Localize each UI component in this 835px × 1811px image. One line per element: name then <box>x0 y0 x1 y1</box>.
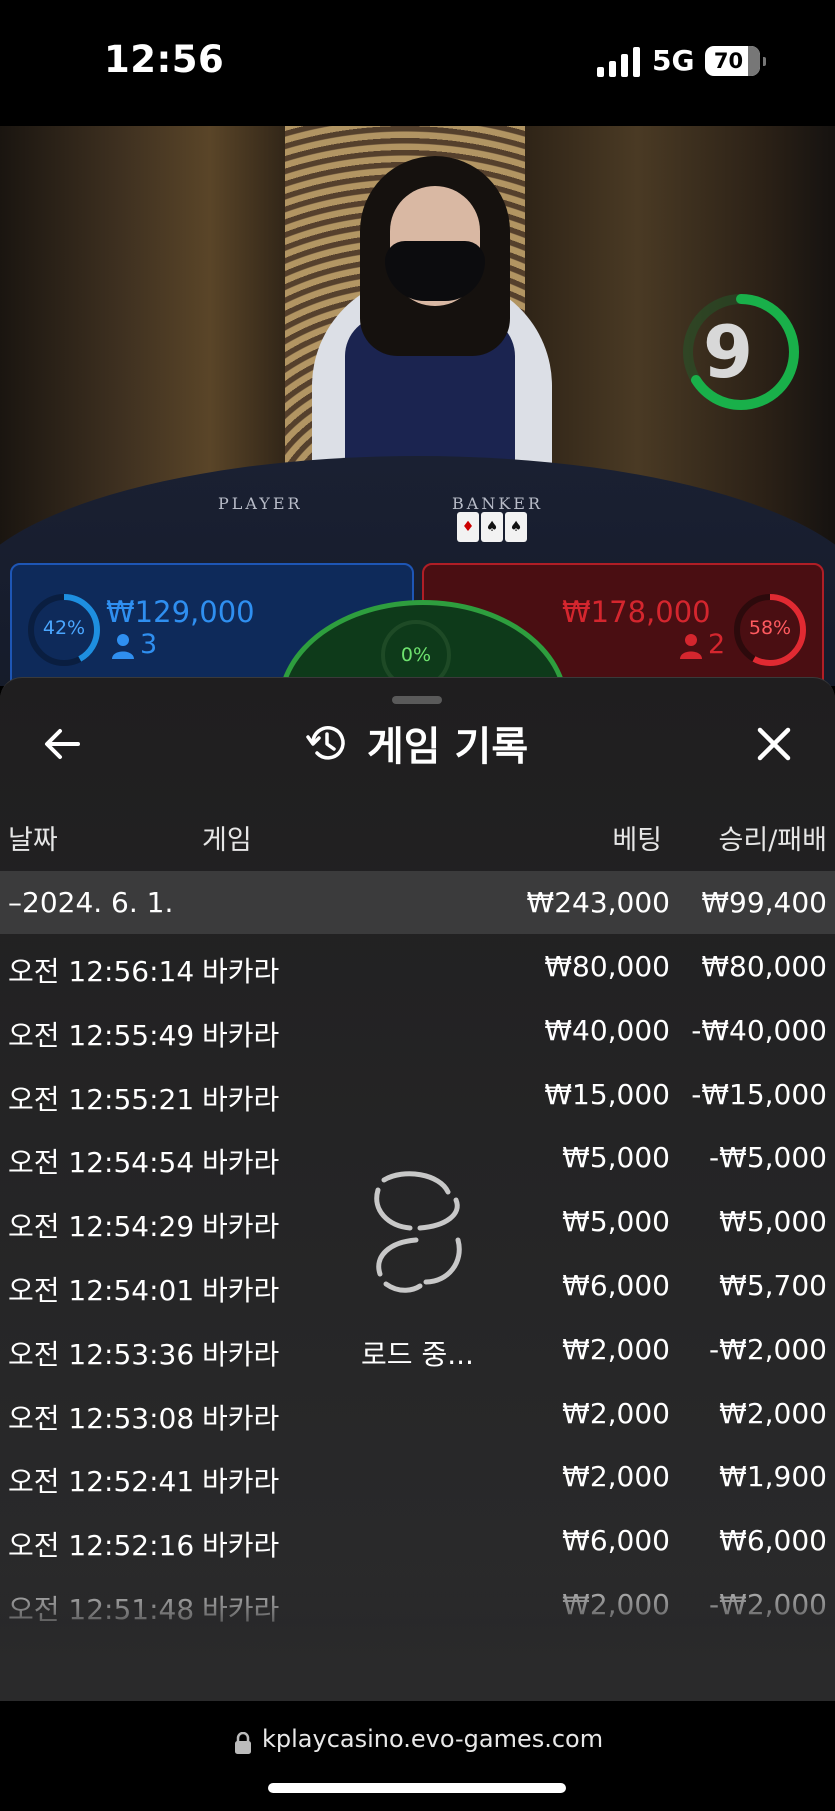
network-type: 5G <box>652 44 695 77</box>
sheet-header: 게임 기록 <box>305 718 528 770</box>
status-bar: 12:56 5G 70 <box>0 0 835 126</box>
page-title: 게임 기록 <box>367 724 529 770</box>
row-time: 오전 12:54:01 <box>8 1274 195 1307</box>
row-result: ₩5,700 <box>719 1269 827 1302</box>
row-time: 오전 12:55:21 <box>8 1082 195 1116</box>
banker-percent: 58% <box>748 617 792 639</box>
loading-label: 로드 중... <box>361 1338 474 1371</box>
user-icon <box>112 634 134 659</box>
summary-result: ₩99,400 <box>701 886 827 919</box>
player-percent: 42% <box>42 617 86 639</box>
row-bet: ₩5,000 <box>562 1141 670 1175</box>
battery-icon: 70 <box>705 46 766 76</box>
column-header-date: 날짜 <box>8 825 58 856</box>
row-time: 오전 12:53:36 <box>8 1337 195 1371</box>
column-header-game: 게임 <box>202 825 252 856</box>
row-game: 바카라 <box>202 1018 280 1052</box>
player-count: 3 <box>140 629 158 660</box>
row-bet: ₩40,000 <box>544 1013 670 1047</box>
home-indicator[interactable] <box>268 1783 566 1793</box>
playing-card: ♦ <box>457 512 479 542</box>
browser-url[interactable]: kplaycasino.evo-games.com <box>262 1725 603 1753</box>
row-bet: ₩6,000 <box>562 1269 670 1302</box>
table-row[interactable]: 오전 12:56:14 바카라 ₩80,000 ₩80,000 <box>0 934 835 998</box>
browser-address-bar[interactable] <box>0 1701 835 1811</box>
row-bet: ₩5,000 <box>562 1205 670 1239</box>
cellular-signal-icon <box>597 47 640 77</box>
row-game: 바카라 <box>202 1210 280 1244</box>
row-bet: ₩2,000 <box>562 1460 670 1494</box>
table-row[interactable]: 오전 12:55:49 바카라 ₩40,000 -₩40,000 <box>0 998 835 1062</box>
row-time: 오전 12:55:49 <box>8 1018 195 1052</box>
row-bet: ₩2,000 <box>562 1332 670 1366</box>
row-game: 바카라 <box>202 1337 280 1371</box>
row-time: 오전 12:54:54 <box>8 1146 195 1180</box>
column-header-bet: 베팅 <box>612 825 662 856</box>
table-row[interactable]: 오전 12:51:48 바카라 ₩2,000 -₩2,000 <box>0 1572 835 1636</box>
row-result: -₩2,000 <box>709 1332 827 1366</box>
table-row[interactable]: 오전 12:52:41 바카라 ₩2,000 ₩1,900 <box>0 1444 835 1508</box>
row-game: 바카라 <box>202 955 280 988</box>
row-bet: ₩2,000 <box>562 1396 670 1430</box>
sheet-grabber[interactable] <box>392 696 442 704</box>
row-result: ₩1,900 <box>719 1460 827 1494</box>
date-summary-row[interactable]: –2024. 6. 1. ₩243,000 ₩99,400 <box>0 871 835 934</box>
playing-card: ♠ <box>505 512 527 542</box>
row-bet: ₩15,000 <box>544 1077 670 1111</box>
row-result: ₩2,000 <box>719 1396 827 1430</box>
row-time: 오전 12:52:41 <box>8 1465 195 1499</box>
table-row[interactable]: 오전 12:53:08 바카라 ₩2,000 ₩2,000 <box>0 1381 835 1445</box>
row-time: 오전 12:51:48 <box>8 1593 195 1626</box>
history-icon <box>306 726 345 760</box>
countdown-timer: 9 <box>702 310 754 394</box>
banker-amount: ₩178,000 <box>562 595 711 629</box>
column-header-result: 승리/패배 <box>718 825 827 856</box>
table-row[interactable]: 오전 12:55:21 바카라 ₩15,000 -₩15,000 <box>0 1062 835 1126</box>
row-result: -₩5,000 <box>709 1141 827 1175</box>
close-icon[interactable] <box>752 722 796 766</box>
row-game: 바카라 <box>202 1465 280 1499</box>
banker-count: 2 <box>708 629 726 660</box>
row-bet: ₩80,000 <box>544 950 670 983</box>
row-result: ₩6,000 <box>719 1524 827 1558</box>
row-game: 바카라 <box>202 1401 280 1435</box>
row-result: ₩5,000 <box>719 1205 827 1239</box>
row-time: 오전 12:53:08 <box>8 1401 195 1435</box>
row-game: 바카라 <box>202 1082 280 1116</box>
row-result: -₩40,000 <box>691 1013 827 1047</box>
row-game: 바카라 <box>202 1529 280 1563</box>
table-row[interactable]: 오전 12:52:16 바카라 ₩6,000 ₩6,000 <box>0 1508 835 1572</box>
user-icon <box>680 634 702 659</box>
row-bet: ₩2,000 <box>562 1588 670 1621</box>
loading-spinner-icon <box>374 1171 462 1293</box>
row-game: 바카라 <box>202 1146 280 1180</box>
table-player-label: PLAYER <box>218 494 303 513</box>
row-time: 오전 12:54:29 <box>8 1210 195 1244</box>
table-banker-label: BANKER <box>452 494 543 513</box>
row-result: ₩80,000 <box>701 950 827 983</box>
status-time: 12:56 <box>104 38 225 81</box>
player-amount: ₩129,000 <box>106 595 255 629</box>
row-game: 바카라 <box>202 1274 280 1307</box>
battery-level: 70 <box>713 49 744 73</box>
row-result: -₩15,000 <box>691 1077 827 1111</box>
back-arrow-icon[interactable] <box>40 722 84 766</box>
row-time: 오전 12:52:16 <box>8 1529 195 1563</box>
row-time: 오전 12:56:14 <box>8 955 195 988</box>
row-game: 바카라 <box>202 1593 280 1626</box>
summary-date: –2024. 6. 1. <box>8 886 174 919</box>
row-bet: ₩6,000 <box>562 1524 670 1558</box>
summary-bet: ₩243,000 <box>526 886 670 919</box>
playing-card: ♠ <box>481 512 503 542</box>
lock-icon <box>235 1732 251 1754</box>
row-result: -₩2,000 <box>709 1588 827 1621</box>
